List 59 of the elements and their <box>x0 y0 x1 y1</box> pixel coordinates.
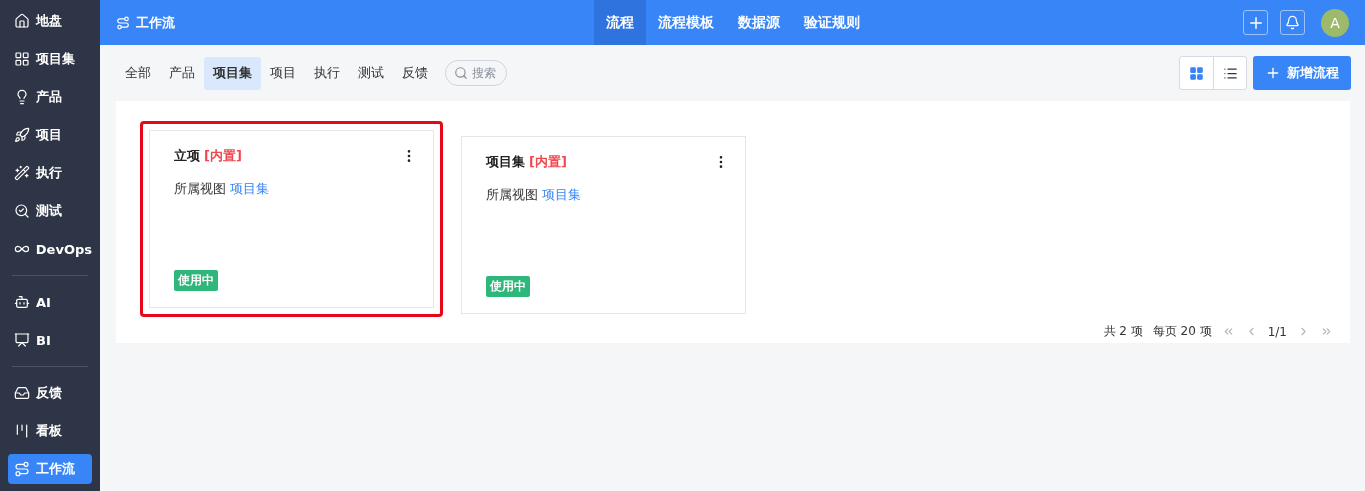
view-label: 所属视图 项目集 <box>486 187 582 204</box>
route-icon <box>14 461 30 477</box>
robot-icon <box>14 294 30 310</box>
sidebar-item[interactable]: 项目集 <box>8 44 92 74</box>
home-icon <box>14 13 30 29</box>
sidebar-item[interactable]: BI <box>8 325 92 355</box>
status-badge: 使用中 <box>174 270 218 291</box>
sidebar-item[interactable]: AI <box>8 287 92 317</box>
presentation-icon <box>14 332 30 348</box>
view-link[interactable]: 项目集 <box>230 181 269 196</box>
inbox-icon <box>14 385 30 401</box>
total-count: 共 2 项 <box>1103 323 1143 340</box>
card-title: 立项 <box>174 147 200 165</box>
card-title: 项目集 <box>486 153 525 171</box>
builtin-tag: [内置] <box>529 153 567 171</box>
list-icon <box>1222 65 1238 81</box>
sidebar-item[interactable]: 项目 <box>8 120 92 150</box>
sidebar-item[interactable]: 执行 <box>8 158 92 188</box>
sidebar-item[interactable]: 反馈 <box>8 378 92 408</box>
lightbulb-icon <box>14 89 30 105</box>
wand-icon <box>14 165 30 181</box>
sidebar-item[interactable]: 地盘 <box>8 6 92 36</box>
filter-tab[interactable]: 测试 <box>349 56 393 90</box>
view-link[interactable]: 项目集 <box>542 187 581 202</box>
add-icon[interactable] <box>1243 10 1268 35</box>
route-icon <box>116 15 130 30</box>
workflow-card[interactable]: 立项 [内置] 所属视图 项目集 使用中 <box>149 130 434 308</box>
status-badge: 使用中 <box>486 276 530 297</box>
filter-tab[interactable]: 全部 <box>116 56 160 90</box>
view-label: 所属视图 项目集 <box>174 181 270 198</box>
page-number: 1/1 <box>1267 324 1287 339</box>
rocket-icon <box>14 127 30 143</box>
grid-icon <box>1189 65 1204 81</box>
sidebar-item[interactable]: 产品 <box>8 82 92 112</box>
add-workflow-button[interactable]: 新增流程 <box>1253 56 1351 90</box>
filter-tab[interactable]: 执行 <box>305 56 349 90</box>
nav-tab[interactable]: 流程模板 <box>646 0 726 45</box>
kanban-icon <box>14 423 30 439</box>
app-title: 工作流 <box>136 13 175 32</box>
search-icon <box>454 66 468 80</box>
sidebar-item[interactable]: DevOps <box>8 234 92 264</box>
filter-tab[interactable]: 项目集 <box>204 56 261 90</box>
filter-tab[interactable]: 项目 <box>261 56 305 90</box>
bell-icon[interactable] <box>1280 10 1305 35</box>
sidebar-item[interactable]: 看板 <box>8 416 92 446</box>
sidebar-item[interactable]: 测试 <box>8 196 92 226</box>
filter-tab[interactable]: 产品 <box>160 56 204 90</box>
nav-tab[interactable]: 数据源 <box>726 0 792 45</box>
sidebar-item[interactable]: 工作流 <box>8 454 92 484</box>
filter-tab[interactable]: 反馈 <box>393 56 437 90</box>
last-page-icon[interactable] <box>1320 325 1333 338</box>
nav-tab[interactable]: 流程 <box>594 0 646 45</box>
page-size[interactable]: 每页 20 项 <box>1152 323 1212 340</box>
search-icon <box>14 203 30 219</box>
nav-tab[interactable]: 验证规则 <box>792 0 872 45</box>
plus-icon <box>1265 65 1281 81</box>
builtin-tag: [内置] <box>204 147 242 165</box>
workflow-card[interactable]: 项目集 [内置] 所属视图 项目集 使用中 <box>461 136 746 314</box>
grid-icon <box>14 51 30 67</box>
